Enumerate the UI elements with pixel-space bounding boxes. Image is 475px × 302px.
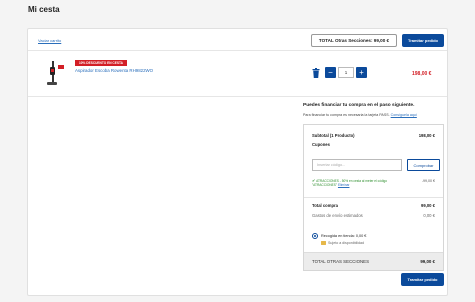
availability-note: Sujeto a disponibilidad — [321, 241, 364, 245]
shipping-value: 0,00 € — [423, 213, 435, 218]
subtotal-value: 198,00 € — [418, 133, 435, 138]
store-icon — [321, 241, 326, 245]
summary-divider — [304, 197, 443, 198]
other-sections-row: TOTAL OTRAS SECCIONES 99,00 € — [312, 259, 435, 264]
page-title: Mi cesta — [28, 5, 60, 14]
product-name-link[interactable]: Aspirador Escoba Rowenta RH9822WO — [75, 68, 153, 73]
other-sections-total-band: TOTAL OTRAS SECCIONES 99,00 € — [304, 252, 443, 270]
checkout-button-bottom[interactable]: Tramitar pedido — [401, 273, 444, 286]
coupon-code-input[interactable]: Insertar código... — [312, 159, 402, 171]
check-coupon-button[interactable]: Comprobar — [407, 159, 440, 171]
discount-badge: 10% DESCUENTO EN CESTA — [75, 60, 127, 66]
total-purchase-label: Total compra — [312, 203, 338, 208]
finance-subtitle-text: Para financiar tu compra es necesaria la… — [303, 113, 390, 117]
subtotal-label: Subtotal (1 Producto) — [312, 133, 355, 138]
store-pickup-option[interactable]: Recogida en tienda: 0,00 € — [312, 233, 366, 239]
shipping-label: Gastos de envío estimados — [312, 213, 363, 218]
product-price: 198,00 € — [412, 71, 432, 77]
store-pickup-label: Recogida en tienda: 0,00 € — [321, 234, 367, 238]
check-icon: ✔ — [312, 178, 316, 183]
other-sections-label: TOTAL OTRAS SECCIONES — [312, 259, 370, 264]
quantity-increase-button[interactable]: + — [356, 67, 367, 78]
total-purchase-row: Total compra 99,00 € — [312, 203, 435, 208]
total-other-sections-box: TOTAL Otras Secciones: 99,00 € — [311, 34, 397, 47]
order-summary: Subtotal (1 Producto) 198,00 € Cupones I… — [303, 124, 444, 271]
cart-card: Vaciar carrito TOTAL Otras Secciones: 99… — [27, 28, 448, 296]
finance-title: Puedes financiar tu compra en el paso si… — [303, 103, 415, 108]
cart-product-row: 10% DESCUENTO EN CESTA Aspirador Escoba … — [28, 52, 447, 97]
checkout-button-top[interactable]: Tramitar pedido — [402, 34, 444, 47]
vacuum-cleaner-icon[interactable] — [42, 60, 68, 86]
quantity-decrease-button[interactable]: − — [325, 67, 336, 78]
quantity-input[interactable]: 1 — [338, 67, 354, 78]
trash-icon[interactable] — [312, 68, 320, 78]
shipping-row: Gastos de envío estimados 0,00 € — [312, 213, 435, 218]
applied-coupon: ✔ ATRACCIONES - 50% en cesta al meter el… — [312, 178, 408, 188]
total-purchase-value: 99,00 € — [421, 203, 435, 208]
cart-topbar: Vaciar carrito TOTAL Otras Secciones: 99… — [28, 29, 447, 51]
get-pass-card-link[interactable]: Consíguela aquí — [391, 113, 417, 117]
applied-coupon-text: ATRACCIONES - 50% en cesta al meter el c… — [312, 179, 388, 188]
store-pickup-radio[interactable] — [312, 233, 318, 239]
other-sections-value: 99,00 € — [420, 259, 435, 264]
availability-label: Sujeto a disponibilidad — [328, 241, 364, 245]
coupons-label: Cupones — [312, 142, 330, 147]
remove-coupon-link[interactable]: Eliminar — [338, 183, 350, 187]
coupon-amount: -99,00 € — [421, 179, 435, 183]
coupons-heading: Cupones — [312, 142, 435, 147]
clear-cart-link[interactable]: Vaciar carrito — [38, 38, 61, 43]
finance-subtitle: Para financiar tu compra es necesaria la… — [303, 113, 417, 117]
subtotal-row: Subtotal (1 Producto) 198,00 € — [312, 133, 435, 138]
